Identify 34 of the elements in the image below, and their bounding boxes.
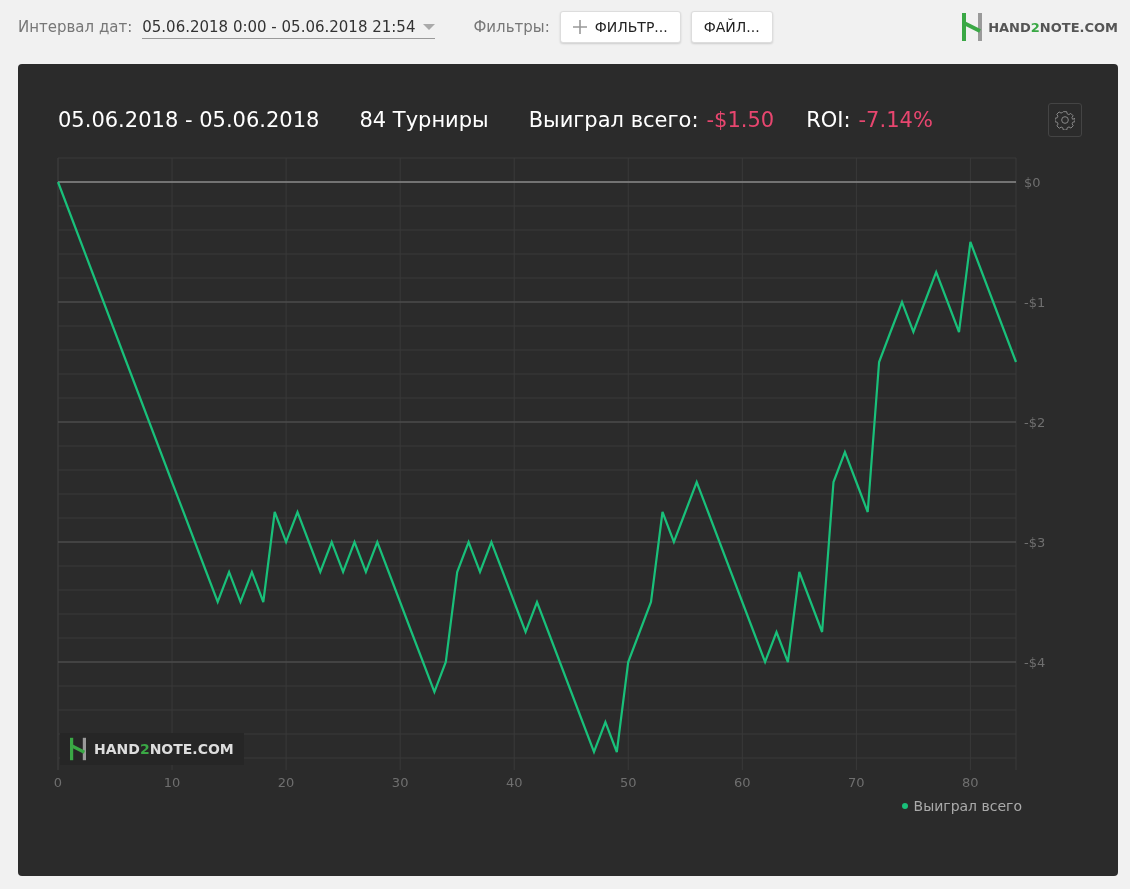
y-axis-label: -$2 <box>1024 415 1046 430</box>
y-axis-label: -$3 <box>1024 535 1046 550</box>
y-axis-label: -$1 <box>1024 295 1046 310</box>
x-axis-label: 30 <box>391 775 409 790</box>
settings-icon <box>1055 110 1075 130</box>
x-axis-label: 60 <box>734 775 751 790</box>
x-axis-label: 40 <box>505 775 523 790</box>
logo-text: HAND2NOTE.COM <box>94 741 234 757</box>
x-axis-label: 80 <box>962 775 979 790</box>
plus-icon <box>572 20 587 34</box>
caret-icon <box>423 23 436 30</box>
filters-label: Фильтры: <box>473 18 550 36</box>
x-axis-label: 70 <box>848 775 865 790</box>
roi-label: ROI: <box>806 108 851 132</box>
x-axis-label: 20 <box>277 775 295 790</box>
total-won-value: -$1.50 <box>706 108 775 132</box>
add-filter-button[interactable]: ФИЛЬТР... <box>559 11 681 43</box>
logo-icon <box>70 737 86 761</box>
y-axis-label: -$4 <box>1024 655 1046 670</box>
x-axis-label: 0 <box>53 775 63 790</box>
roi-value: -7.14% <box>858 108 933 132</box>
logo-text: HAND2NOTE.COM <box>988 19 1118 35</box>
tournament-count: 84 Турниры <box>359 108 489 132</box>
y-axis-label: $0 <box>1024 175 1041 190</box>
date-period: 05.06.2018 - 05.06.2018 <box>58 108 320 132</box>
file-button[interactable]: ФАЙЛ... <box>690 11 773 43</box>
logo-icon <box>962 13 983 41</box>
x-axis-label: 50 <box>619 775 637 790</box>
settings-button[interactable] <box>1048 103 1082 137</box>
date-range-label: Интервал дат: <box>18 18 133 36</box>
date-range-dropdown[interactable]: 05.06.2018 0:00 - 05.06.2018 21:54 <box>142 15 436 39</box>
x-axis-label: 10 <box>163 775 181 790</box>
total-won-label: Выиграл всего: <box>528 108 699 132</box>
legend-label: Выиграл всего <box>913 798 1022 814</box>
